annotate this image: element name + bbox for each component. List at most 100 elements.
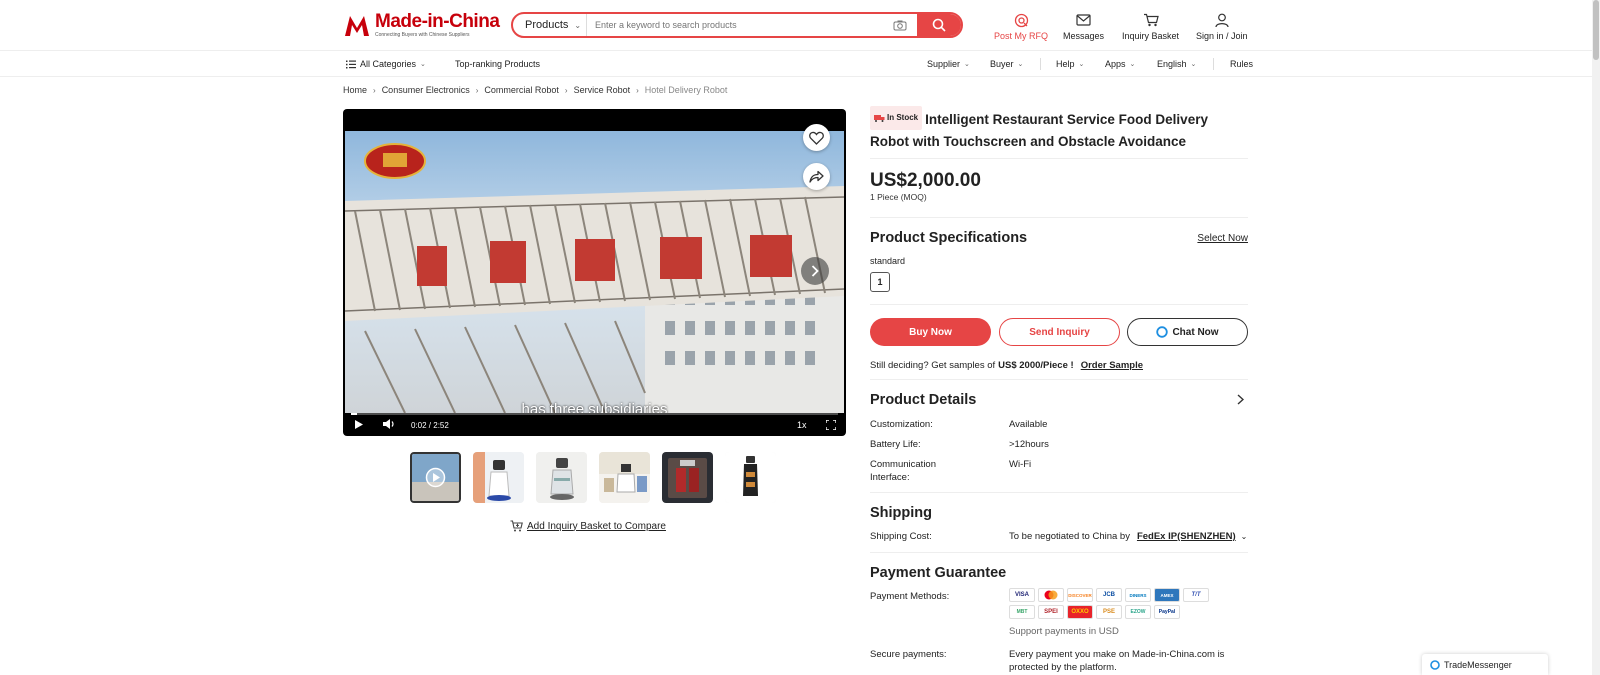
- mastercard-icon: [1038, 588, 1064, 602]
- trade-messenger-label: TradeMessenger: [1444, 659, 1512, 670]
- inquiry-basket-link[interactable]: Inquiry Basket: [1122, 12, 1179, 41]
- breadcrumb-service-robot[interactable]: Service Robot: [574, 85, 631, 95]
- basket-label: Inquiry Basket: [1122, 31, 1180, 41]
- chevron-right-icon: ›: [564, 85, 568, 95]
- spec-option[interactable]: 1: [870, 272, 890, 292]
- trade-messenger-widget[interactable]: TradeMessenger: [1422, 654, 1548, 675]
- rules-link[interactable]: Rules: [1230, 59, 1253, 69]
- order-sample-link[interactable]: Order Sample: [1081, 360, 1143, 371]
- send-inquiry-button[interactable]: Send Inquiry: [999, 318, 1120, 346]
- video-controls: 0:02 / 2:52 1x: [343, 414, 846, 436]
- spei-icon: SPEI: [1038, 605, 1064, 619]
- gallery-next-button[interactable]: [801, 257, 829, 285]
- breadcrumb-commercial-robot[interactable]: Commercial Robot: [484, 85, 559, 95]
- secure-payments-text: Every payment you make on Made-in-China.…: [1009, 649, 1225, 673]
- top-ranking-link[interactable]: Top-ranking Products: [455, 59, 540, 69]
- paypal-icon: PayPal: [1154, 605, 1180, 619]
- messenger-icon: [1430, 659, 1440, 670]
- favorite-button[interactable]: [803, 124, 830, 151]
- payment-guarantee-heading: Payment Guarantee: [870, 565, 1007, 581]
- detail-label: Communication Interface:: [870, 459, 936, 483]
- chevron-down-icon[interactable]: ⌄: [1241, 530, 1248, 543]
- heart-icon: [809, 131, 824, 145]
- specifications-heading: Product Specifications: [870, 230, 1028, 246]
- playback-speed-button[interactable]: 1x: [797, 420, 807, 430]
- camera-icon[interactable]: [889, 19, 911, 31]
- thumbnail-4[interactable]: [599, 452, 650, 503]
- apps-menu[interactable]: Apps ⌄: [1105, 59, 1135, 69]
- secure-payments-label: Secure payments:: [870, 649, 947, 660]
- all-categories-menu[interactable]: All Categories ⌄: [346, 59, 426, 69]
- divider: [870, 304, 1248, 305]
- robot-photo-image: [725, 452, 776, 503]
- details-expand-icon[interactable]: [1237, 394, 1245, 408]
- search-category-select[interactable]: Products ⌄: [513, 14, 587, 36]
- divider: [870, 158, 1248, 159]
- play-icon[interactable]: [355, 420, 363, 431]
- detail-value: Wi-Fi: [1009, 459, 1032, 470]
- scrollbar-thumb[interactable]: [1593, 0, 1599, 60]
- messages-link[interactable]: Messages: [1063, 12, 1104, 41]
- oxxo-icon: OXXO: [1067, 605, 1093, 619]
- site-logo[interactable]: Made-in-China Connecting Buyers with Chi…: [343, 12, 500, 40]
- buy-now-button[interactable]: Buy Now: [870, 318, 991, 346]
- fullscreen-icon[interactable]: [825, 419, 837, 432]
- all-categories-label: All Categories: [360, 59, 417, 69]
- compare-link[interactable]: Add Inquiry Basket to Compare: [510, 520, 666, 532]
- jcb-icon: JCB: [1096, 588, 1122, 602]
- supplier-menu[interactable]: Supplier ⌄: [927, 59, 970, 69]
- shipping-text: To be negotiated to China by: [1009, 531, 1130, 542]
- help-label: Help: [1056, 59, 1075, 69]
- logo-tagline: Connecting Buyers with Chinese Suppliers: [375, 32, 470, 38]
- shipping-carrier-select[interactable]: FedEx IP(SHENZHEN): [1137, 530, 1236, 543]
- compare-label: Add Inquiry Basket to Compare: [527, 520, 666, 532]
- detail-value: Available: [1009, 419, 1048, 430]
- shipping-cost-value: To be negotiated to China by FedEx IP(SH…: [1009, 530, 1247, 543]
- help-menu[interactable]: Help ⌄: [1056, 59, 1084, 69]
- volume-icon[interactable]: [383, 419, 395, 431]
- search-icon: [932, 18, 946, 32]
- menu-icon: [346, 60, 356, 68]
- ezow-icon: EZOW: [1125, 605, 1151, 619]
- chat-now-label: Chat Now: [1172, 326, 1219, 338]
- thumbnail-2[interactable]: [473, 452, 524, 503]
- chat-now-button[interactable]: Chat Now: [1127, 318, 1248, 346]
- logo-icon: [343, 12, 373, 38]
- sign-in-label: Sign in / Join: [1196, 31, 1248, 41]
- search-input[interactable]: [587, 14, 889, 36]
- chevron-right-icon: [811, 265, 819, 277]
- divider: [870, 217, 1248, 218]
- tt-icon: T/T: [1183, 588, 1209, 602]
- buyer-menu[interactable]: Buyer ⌄: [990, 59, 1023, 69]
- breadcrumb: Home › Consumer Electronics › Commercial…: [343, 85, 727, 95]
- truck-icon: [874, 115, 885, 122]
- thumbnail-video[interactable]: [410, 452, 461, 503]
- thumbnail-3[interactable]: [536, 452, 587, 503]
- breadcrumb-home[interactable]: Home: [343, 85, 367, 95]
- post-rfq-link[interactable]: Post My RFQ: [994, 12, 1048, 41]
- thumbnail-6[interactable]: [725, 452, 776, 503]
- thumbnail-strip: [410, 452, 776, 503]
- language-menu[interactable]: English ⌄: [1157, 59, 1196, 69]
- payment-methods-label: Payment Methods:: [870, 591, 950, 602]
- search-button[interactable]: [917, 14, 961, 36]
- robot-photo-image: [473, 452, 524, 503]
- buyer-label: Buyer: [990, 59, 1014, 69]
- thumbnail-5[interactable]: [662, 452, 713, 503]
- share-button[interactable]: [803, 163, 830, 190]
- select-now-link[interactable]: Select Now: [1197, 233, 1248, 244]
- detail-value: >12hours: [1009, 439, 1049, 450]
- breadcrumb-current: Hotel Delivery Robot: [644, 85, 728, 95]
- product-video-player[interactable]: has three subsidiaries 0:02 / 2:52 1x: [343, 109, 846, 436]
- video-time: 0:02 / 2:52: [411, 421, 449, 430]
- chevron-down-icon: ⌄: [1190, 61, 1197, 68]
- breadcrumb-consumer-electronics[interactable]: Consumer Electronics: [382, 85, 470, 95]
- shipping-heading: Shipping: [870, 505, 933, 521]
- page-scrollbar[interactable]: [1592, 0, 1600, 675]
- chevron-down-icon: ⌄: [1129, 61, 1136, 68]
- site-header: Made-in-China Connecting Buyers with Chi…: [0, 0, 1592, 51]
- divider: [870, 379, 1248, 380]
- sign-in-link[interactable]: Sign in / Join: [1196, 12, 1248, 41]
- apps-label: Apps: [1105, 59, 1126, 69]
- rules-label: Rules: [1230, 59, 1254, 69]
